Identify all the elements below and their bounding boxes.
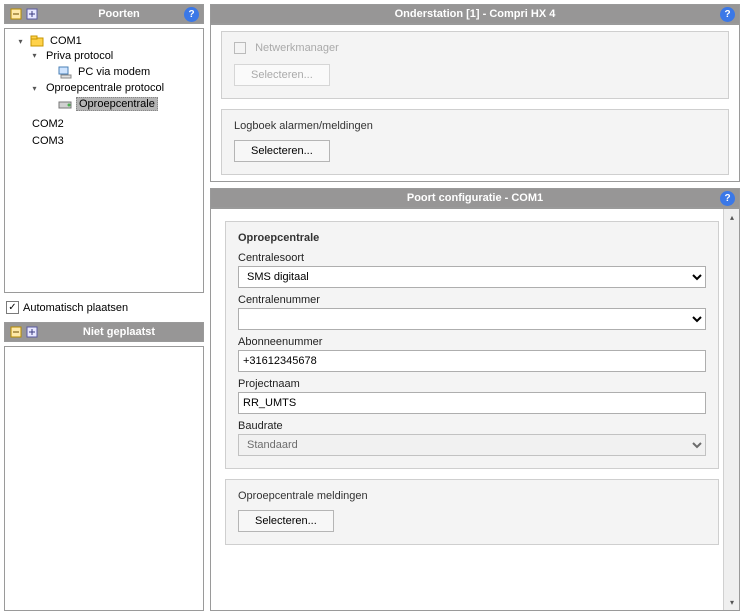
tree-node-oproep-proto[interactable]: Oproepcentrale protocol xyxy=(44,82,166,94)
auto-place-label: Automatisch plaatsen xyxy=(23,302,128,314)
niet-geplaatst-header: Niet geplaatst xyxy=(4,322,204,342)
poorten-title: Poorten xyxy=(39,8,199,20)
logboek-select-button[interactable]: Selecteren... xyxy=(234,140,330,162)
scroll-up-icon[interactable]: ▴ xyxy=(724,209,740,225)
meldingen-title: Oproepcentrale meldingen xyxy=(238,490,706,502)
niet-geplaatst-title: Niet geplaatst xyxy=(39,326,199,338)
tree-node-priva[interactable]: Priva protocol xyxy=(44,50,115,62)
auto-place-row[interactable]: ✓ Automatisch plaatsen xyxy=(4,297,204,318)
logboek-title: Logboek alarmen/meldingen xyxy=(234,120,716,132)
centralesoort-select[interactable]: SMS digitaal xyxy=(238,266,706,288)
tree-node-pc-modem[interactable]: PC via modem xyxy=(76,66,152,78)
centralenummer-select[interactable] xyxy=(238,308,706,330)
oproep-group-title: Oproepcentrale xyxy=(238,232,706,244)
tree-expand-icon[interactable] xyxy=(25,325,39,339)
project-input[interactable] xyxy=(238,392,706,414)
tree-node-com1[interactable]: COM1 xyxy=(48,35,84,47)
centralesoort-label: Centralesoort xyxy=(238,252,706,264)
poorten-header: Poorten ? xyxy=(4,4,204,24)
project-label: Projectnaam xyxy=(238,378,706,390)
help-icon[interactable]: ? xyxy=(184,7,199,22)
poort-config-title: Poort configuratie - COM1 xyxy=(215,192,735,204)
help-icon[interactable]: ? xyxy=(720,7,735,22)
tree-node-com3[interactable]: COM3 xyxy=(30,135,66,147)
baud-label: Baudrate xyxy=(238,420,706,432)
help-icon[interactable]: ? xyxy=(720,191,735,206)
netmgr-select-button: Selecteren... xyxy=(234,64,330,86)
centralenummer-label: Centralenummer xyxy=(238,294,706,306)
netmgr-label: Netwerkmanager xyxy=(255,42,339,54)
onderstation-header: Onderstation [1] - Compri HX 4 ? xyxy=(210,4,740,24)
tree-node-com2[interactable]: COM2 xyxy=(30,118,66,130)
netmgr-checkbox xyxy=(234,42,246,54)
tree-toggle-icon[interactable] xyxy=(29,83,40,94)
folder-icon xyxy=(30,34,44,48)
abonnee-label: Abonneenummer xyxy=(238,336,706,348)
tree-collapse-icon[interactable] xyxy=(9,7,23,21)
abonnee-input[interactable] xyxy=(238,350,706,372)
onderstation-title: Onderstation [1] - Compri HX 4 xyxy=(215,8,735,20)
meldingen-select-button[interactable]: Selecteren... xyxy=(238,510,334,532)
tree-collapse-icon[interactable] xyxy=(9,325,23,339)
baud-select: Standaard xyxy=(238,434,706,456)
niet-geplaatst-body xyxy=(4,346,204,611)
config-scrollbar[interactable]: ▴ ▾ xyxy=(723,209,739,610)
tree-toggle-icon[interactable] xyxy=(15,36,26,47)
checkbox-icon[interactable]: ✓ xyxy=(6,301,19,314)
poort-config-header: Poort configuratie - COM1 ? xyxy=(210,188,740,208)
ports-tree[interactable]: COM1 Priva protocol xyxy=(9,33,199,148)
pc-modem-icon xyxy=(58,65,72,79)
tree-node-oproep[interactable]: Oproepcentrale xyxy=(76,97,158,111)
scroll-down-icon[interactable]: ▾ xyxy=(724,594,740,610)
device-icon xyxy=(58,97,72,111)
tree-toggle-icon[interactable] xyxy=(29,50,40,61)
tree-expand-icon[interactable] xyxy=(25,7,39,21)
